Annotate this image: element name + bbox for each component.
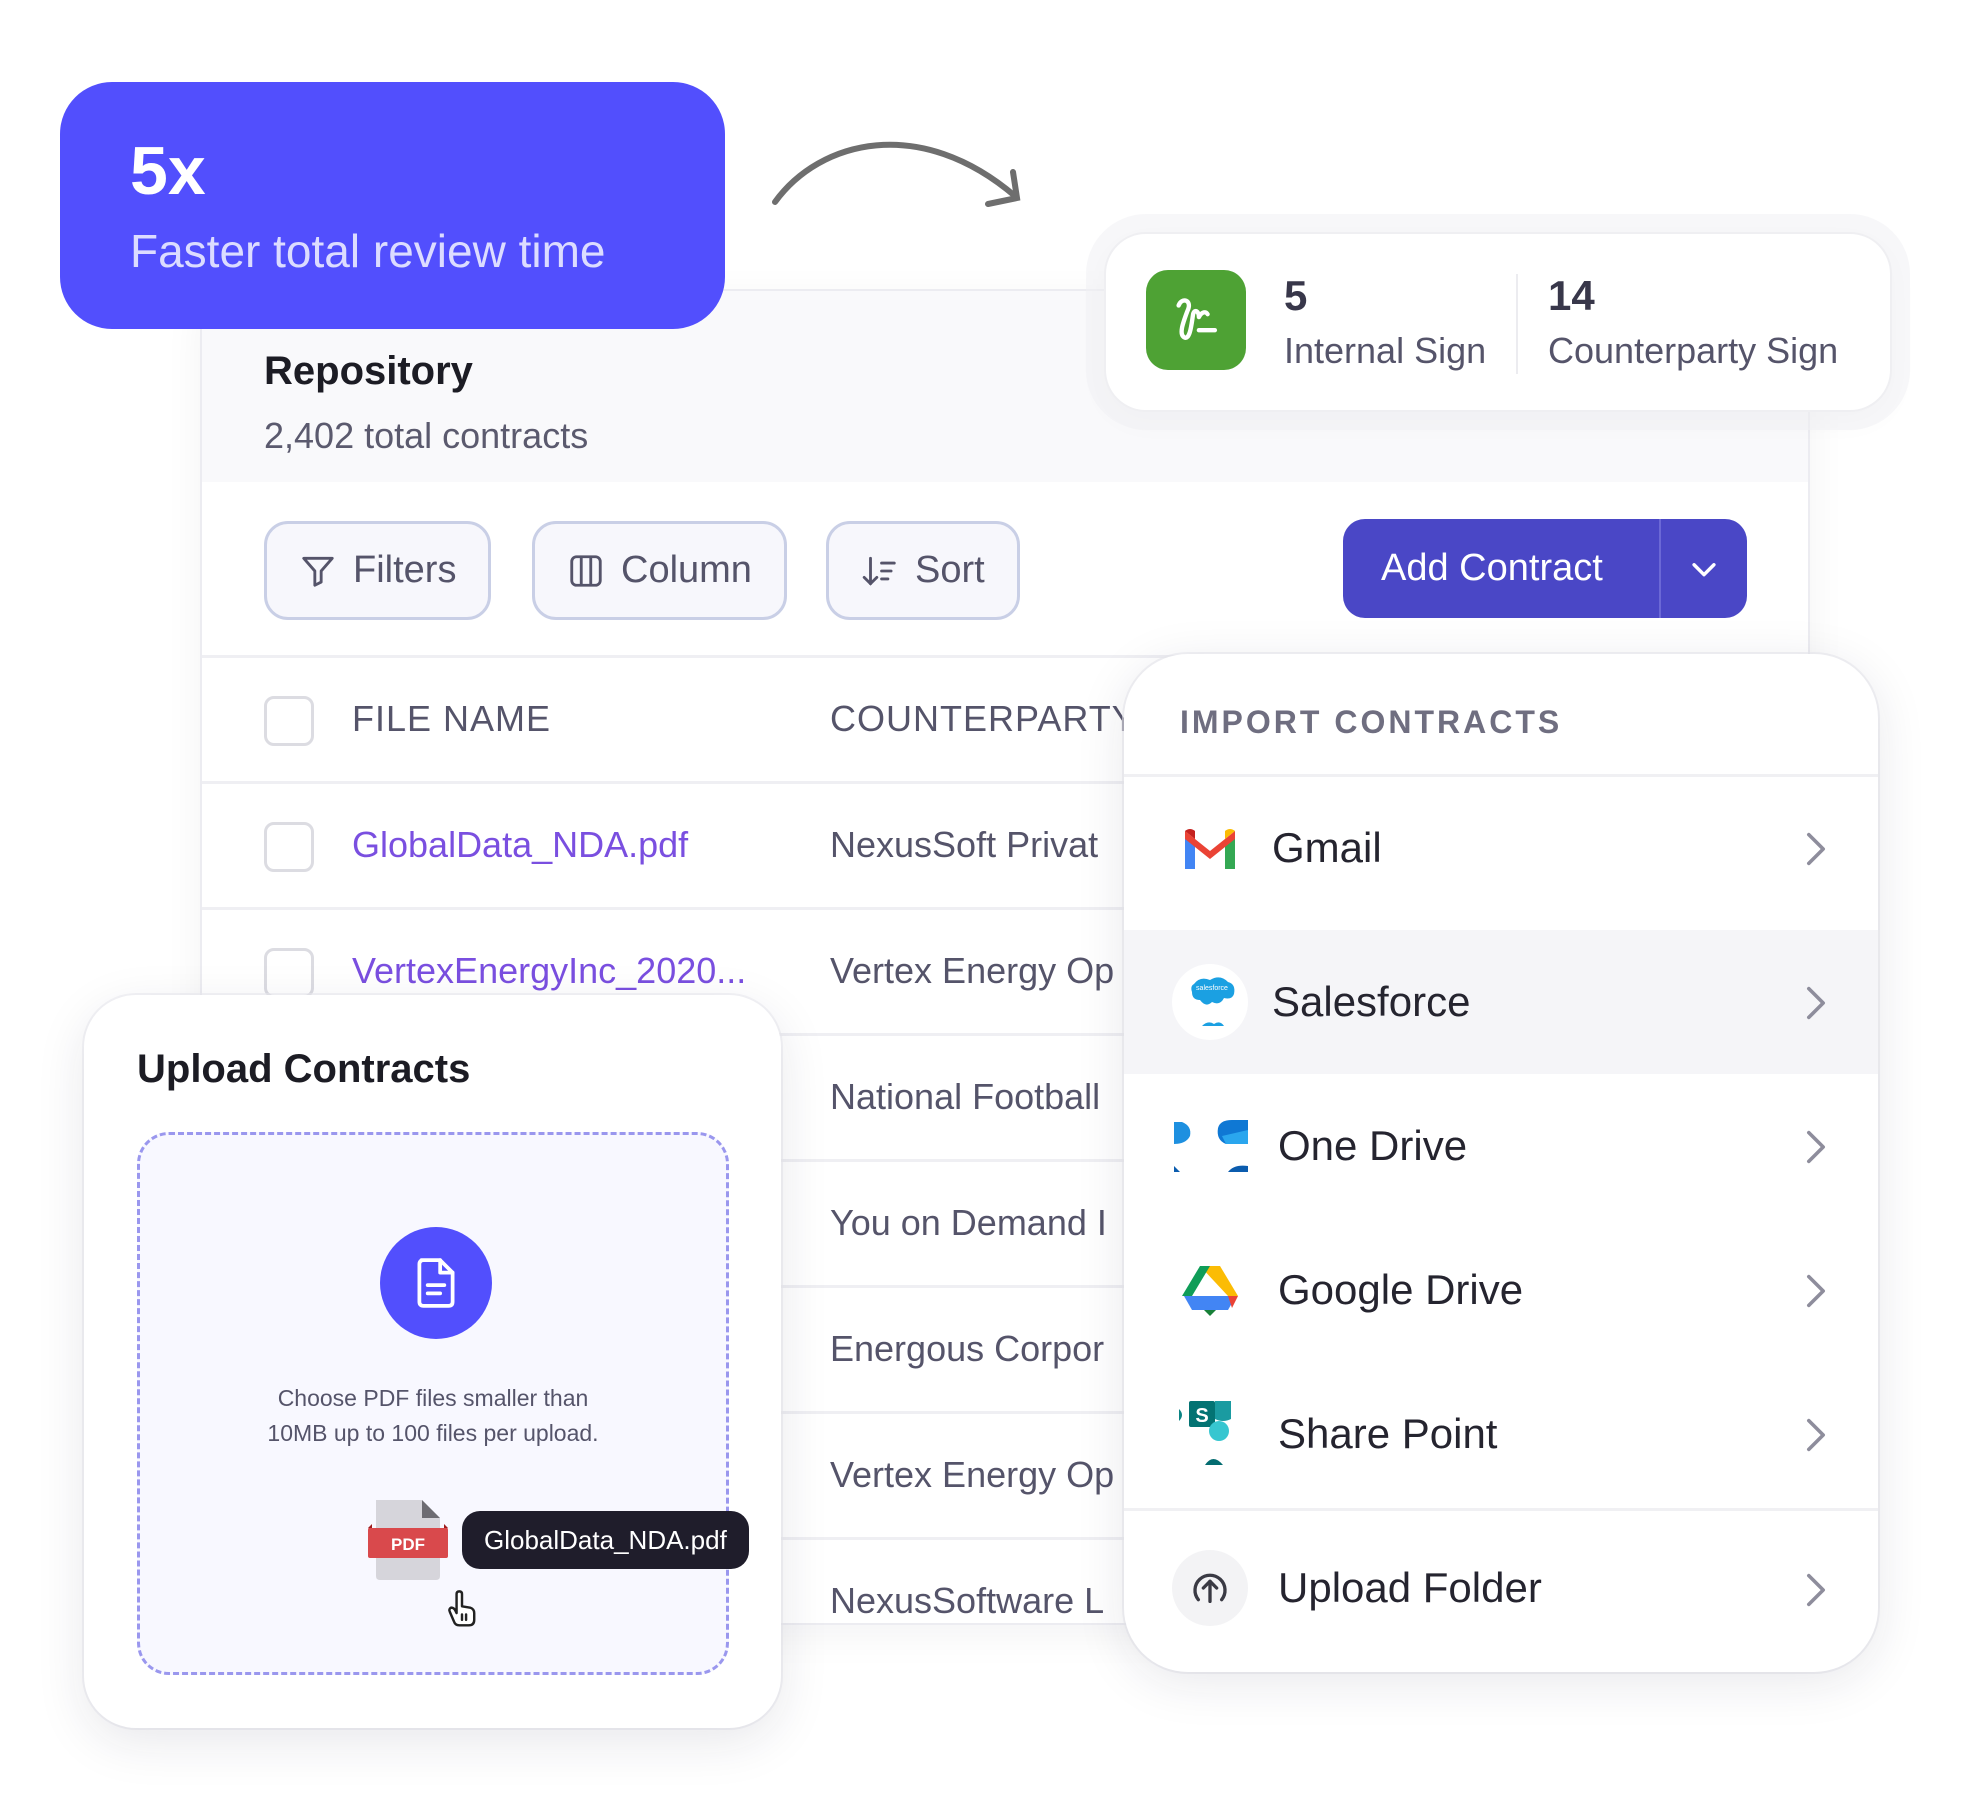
svg-text:S: S (1195, 1405, 1208, 1427)
counterparty-cell: NexusSoft Privat (830, 824, 1099, 865)
internal-sign-count: 5 (1284, 272, 1308, 319)
upload-hint: Choose PDF files smaller than 10MB up to… (140, 1381, 726, 1451)
filters-button[interactable]: Filters (264, 521, 492, 620)
select-all-checkbox[interactable] (264, 696, 314, 746)
counterparty-cell: National Football (830, 1076, 1101, 1117)
add-contract-button-group: Add Contract (1343, 519, 1747, 618)
sort-icon (862, 556, 896, 586)
chevron-right-icon (1807, 1573, 1825, 1607)
import-item-gmail[interactable]: Gmail (1124, 776, 1878, 926)
column-button[interactable]: Column (532, 521, 787, 620)
column-label: Column (621, 549, 752, 591)
counterparty-sign-count: 14 (1548, 272, 1595, 319)
contract-count: 2,402 total contracts (264, 415, 589, 456)
chevron-right-icon (1807, 1418, 1825, 1452)
upload-hint-line1: Choose PDF files smaller than (277, 1385, 589, 1411)
internal-sign-label: Internal Sign (1284, 330, 1487, 371)
signature-icon (1146, 270, 1246, 370)
import-item-label: Share Point (1278, 1410, 1498, 1457)
import-item-salesforce[interactable]: salesforce Salesforce (1124, 930, 1878, 1074)
row-checkbox[interactable] (264, 822, 314, 872)
curved-arrow-icon (772, 141, 1021, 207)
chevron-right-icon (1807, 1274, 1825, 1308)
counterparty-cell: Vertex Energy Op (830, 1454, 1115, 1495)
file-icon (380, 1227, 492, 1339)
import-item-label: Upload Folder (1278, 1564, 1542, 1611)
sharepoint-icon: S (1172, 1396, 1248, 1472)
stat-label: Faster total review time (130, 225, 606, 277)
stat-value: 5x (130, 133, 206, 209)
gmail-icon (1172, 810, 1248, 886)
dragged-file-tooltip: GlobalData_NDA.pdf (462, 1511, 749, 1569)
google-drive-icon (1172, 1252, 1248, 1328)
counterparty-cell: Energous Corpor (830, 1328, 1105, 1369)
column-header-file-name[interactable]: FILE NAME (352, 698, 551, 740)
sort-button[interactable]: Sort (826, 521, 1020, 620)
column-header-counterparty[interactable]: COUNTERPARTY (830, 698, 1137, 740)
pdf-file-icon: PDF (368, 1500, 448, 1580)
import-item-onedrive[interactable]: One Drive (1124, 1074, 1878, 1218)
upload-folder-icon (1172, 1550, 1248, 1626)
chevron-right-icon (1807, 1130, 1825, 1164)
divider (1516, 274, 1518, 374)
hand-cursor-icon (448, 1590, 476, 1627)
import-item-label: Google Drive (1278, 1266, 1524, 1313)
signature-stats-card: 5 Internal Sign 14 Counterparty Sign (1104, 232, 1892, 412)
import-item-sharepoint[interactable]: S Share Point (1124, 1362, 1878, 1506)
page-title: Repository (264, 349, 473, 393)
chevron-down-icon (1692, 562, 1716, 576)
add-contract-button[interactable]: Add Contract (1343, 519, 1659, 618)
filter-icon (302, 556, 334, 587)
file-dropzone[interactable]: Choose PDF files smaller than 10MB up to… (137, 1132, 749, 1675)
import-item-label: Salesforce (1272, 978, 1471, 1025)
salesforce-icon: salesforce (1172, 964, 1248, 1040)
chevron-right-icon (1807, 832, 1825, 866)
add-contract-dropdown-toggle[interactable] (1659, 519, 1747, 618)
file-name-link[interactable]: VertexEnergyInc_2020... (352, 950, 746, 992)
sort-label: Sort (915, 549, 985, 591)
filters-label: Filters (353, 549, 457, 591)
import-item-upload-folder[interactable]: Upload Folder (1124, 1510, 1878, 1670)
upload-hint-line2: 10MB up to 100 files per upload. (267, 1420, 599, 1446)
counterparty-cell: You on Demand I (830, 1202, 1107, 1243)
import-item-label: One Drive (1278, 1122, 1468, 1169)
chevron-right-icon (1807, 986, 1825, 1020)
file-name-link[interactable]: GlobalData_NDA.pdf (352, 824, 688, 866)
counterparty-sign-label: Counterparty Sign (1548, 330, 1839, 371)
onedrive-icon (1172, 1108, 1248, 1184)
svg-text:salesforce: salesforce (1196, 985, 1228, 992)
import-item-label: Gmail (1272, 824, 1382, 871)
counterparty-cell: Vertex Energy Op (830, 950, 1115, 991)
import-contracts-menu: IMPORT CONTRACTS Gmail salesforce Salesf… (1124, 654, 1878, 1672)
upload-title: Upload Contracts (137, 1047, 471, 1091)
counterparty-cell: NexusSoftware L (830, 1580, 1105, 1621)
review-time-stat-card: 5x Faster total review time (60, 82, 725, 329)
pdf-badge: PDF (391, 1535, 425, 1554)
row-checkbox[interactable] (264, 948, 314, 998)
import-item-google-drive[interactable]: Google Drive (1124, 1218, 1878, 1362)
import-heading: IMPORT CONTRACTS (1180, 704, 1563, 740)
upload-contracts-card: Upload Contracts Choose PDF files smalle… (84, 995, 781, 1728)
columns-icon (570, 554, 602, 587)
